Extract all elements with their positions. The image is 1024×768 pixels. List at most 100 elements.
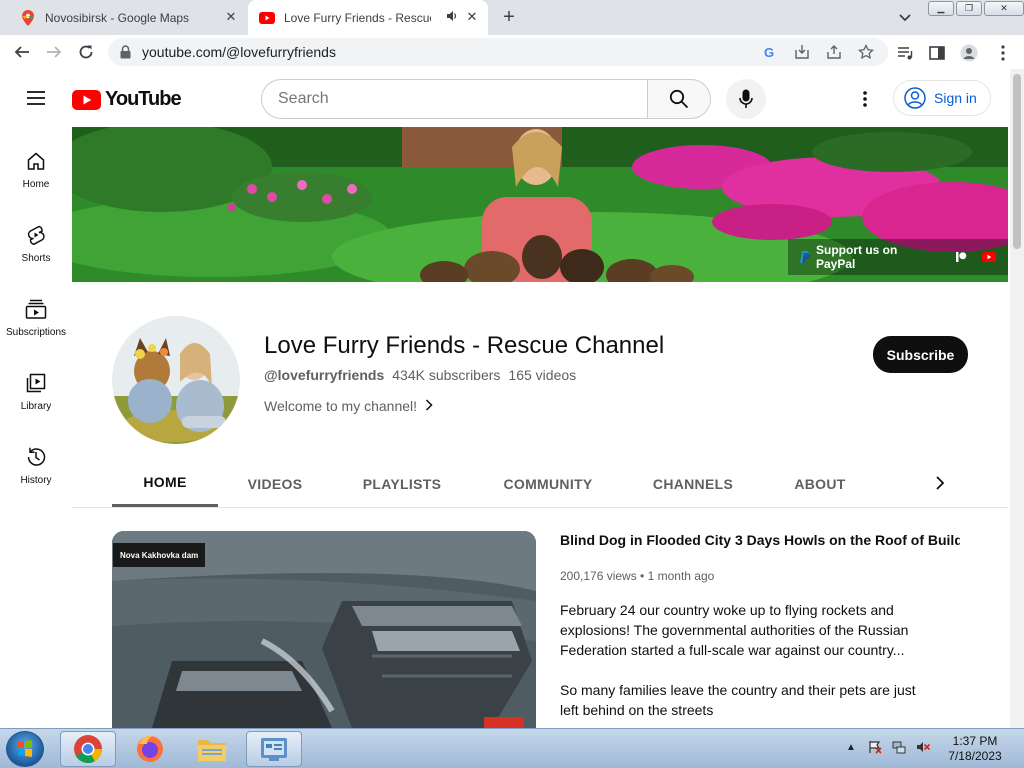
youtube-logo-icon [72, 89, 101, 110]
svg-text:G: G [764, 45, 774, 59]
new-tab-button[interactable]: + [498, 6, 520, 28]
thumbnail-tag: Nova Kakhovka dam [113, 543, 206, 567]
youtube-header: YouTube Sign in [0, 69, 1010, 127]
close-tab-icon[interactable]: ✕ [464, 9, 480, 25]
install-app-icon[interactable] [794, 44, 810, 60]
url-text[interactable]: youtube.com/@lovefurryfriends [142, 44, 336, 60]
search-button[interactable] [647, 79, 711, 119]
close-window-button[interactable]: ✕ [984, 1, 1024, 16]
browser-toolbar: youtube.com/@lovefurryfriends G [0, 35, 1024, 69]
history-icon [24, 445, 48, 469]
tab-home[interactable]: HOME [112, 460, 218, 507]
tab-channels[interactable]: CHANNELS [642, 460, 744, 507]
taskbar-control-panel[interactable] [246, 731, 302, 767]
youtube-icon[interactable] [982, 250, 997, 264]
banner-links: Support us on PayPal [788, 239, 1008, 275]
firefox-icon [137, 735, 163, 762]
show-hidden-icons-icon[interactable]: ▲ [843, 739, 859, 755]
reload-button[interactable] [76, 42, 96, 62]
account-icon [904, 87, 926, 109]
action-center-flag-icon[interactable] [867, 739, 883, 755]
channel-avatar-image [112, 316, 240, 444]
forward-button[interactable] [44, 42, 64, 62]
search-box[interactable] [261, 79, 648, 119]
sidebar-item-history[interactable]: History [0, 423, 72, 493]
channel-welcome-text: Welcome to my channel! [264, 398, 418, 414]
video-description-paragraph: So many families leave the country and t… [560, 682, 916, 718]
search-icon [669, 89, 689, 109]
profile-avatar-icon[interactable] [960, 44, 978, 62]
tab-search-icon[interactable] [896, 8, 914, 26]
taskbar-file-explorer[interactable] [184, 731, 240, 767]
video-count: 165 videos [508, 367, 577, 383]
patreon-icon[interactable] [954, 250, 968, 264]
menu-icon[interactable] [26, 90, 46, 106]
volume-muted-icon[interactable] [915, 739, 931, 755]
restore-button[interactable]: ❐ [956, 1, 982, 16]
shorts-icon [24, 223, 48, 247]
sidebar-item-label: Library [20, 401, 52, 412]
sidebar-item-library[interactable]: Library [0, 349, 72, 419]
sign-in-button[interactable]: Sign in [893, 80, 991, 116]
tab-videos[interactable]: VIDEOS [232, 460, 318, 507]
video-title-link[interactable]: Blind Dog in Flooded City 3 Days Howls o… [560, 532, 960, 548]
channel-tabs: HOME VIDEOS PLAYLISTS COMMUNITY CHANNELS… [72, 460, 1008, 508]
speaker-icon[interactable] [446, 10, 458, 25]
taskbar-chrome[interactable] [60, 731, 116, 767]
control-panel-icon [261, 738, 287, 761]
tab-about[interactable]: ABOUT [782, 460, 858, 507]
browser-menu-icon[interactable] [994, 44, 1012, 62]
google-lens-icon[interactable]: G [762, 44, 778, 60]
windows-taskbar: ▲ 1:37 PM 7/18/2023 [0, 728, 1024, 768]
subscribe-button[interactable]: Subscribe [873, 336, 968, 373]
channel-banner: Support us on PayPal [72, 127, 1008, 282]
channel-description-link[interactable]: Welcome to my channel! [264, 398, 433, 414]
paypal-icon[interactable] [800, 251, 810, 263]
channel-avatar[interactable] [112, 316, 240, 444]
back-button[interactable] [12, 42, 32, 62]
sidebar-item-home[interactable]: Home [0, 127, 72, 197]
video-description: February 24 our country woke up to flyin… [560, 600, 930, 740]
folder-icon [198, 740, 226, 761]
minimize-button[interactable]: ▁ [928, 1, 954, 16]
bookmark-star-icon[interactable] [858, 44, 874, 60]
subscriber-count: 434K subscribers [392, 367, 501, 383]
close-tab-icon[interactable]: ✕ [223, 9, 239, 25]
youtube-logo[interactable]: YouTube [72, 88, 182, 111]
library-icon [24, 371, 48, 395]
paypal-link[interactable]: Support us on PayPal [816, 243, 938, 271]
taskbar-firefox[interactable] [122, 731, 178, 767]
chrome-icon [74, 735, 102, 764]
media-controls-icon[interactable] [896, 44, 914, 62]
lock-icon[interactable] [120, 45, 131, 64]
side-panel-icon[interactable] [928, 44, 946, 62]
page-scrollbar[interactable] [1010, 69, 1024, 728]
sidebar-item-label: Subscriptions [5, 327, 67, 338]
start-button[interactable] [6, 731, 44, 767]
sidebar-item-shorts[interactable]: Shorts [0, 201, 72, 271]
share-icon[interactable] [826, 44, 842, 60]
sidebar-item-label: Home [22, 179, 50, 190]
settings-menu-icon[interactable] [855, 89, 875, 109]
sidebar-item-label: Shorts [21, 253, 51, 264]
search-input[interactable] [262, 80, 648, 118]
network-icon[interactable] [891, 739, 907, 755]
clock-time: 1:37 PM [952, 734, 998, 748]
sidebar-item-subscriptions[interactable]: Subscriptions [0, 275, 72, 345]
windows-logo-icon [18, 740, 32, 757]
scrollbar-thumb[interactable] [1013, 74, 1021, 249]
system-clock[interactable]: 1:37 PM 7/18/2023 [940, 734, 1010, 764]
google-maps-icon [20, 9, 36, 26]
tab-community[interactable]: COMMUNITY [488, 460, 608, 507]
address-bar[interactable]: youtube.com/@lovefurryfriends G [108, 38, 888, 66]
chevron-right-icon[interactable] [930, 473, 950, 493]
browser-tab-google-maps[interactable]: Novosibirsk - Google Maps ✕ [0, 0, 247, 35]
tab-playlists[interactable]: PLAYLISTS [348, 460, 456, 507]
voice-search-button[interactable] [726, 79, 766, 119]
browser-tab-youtube[interactable]: Love Furry Friends - Rescue ✕ [248, 0, 488, 35]
chevron-right-icon [425, 398, 433, 414]
tab-title: Novosibirsk - Google Maps [45, 10, 190, 25]
video-thumbnail[interactable]: Nova Kakhovka dam [112, 531, 536, 728]
youtube-icon [259, 10, 275, 26]
subscriptions-icon [24, 297, 48, 321]
